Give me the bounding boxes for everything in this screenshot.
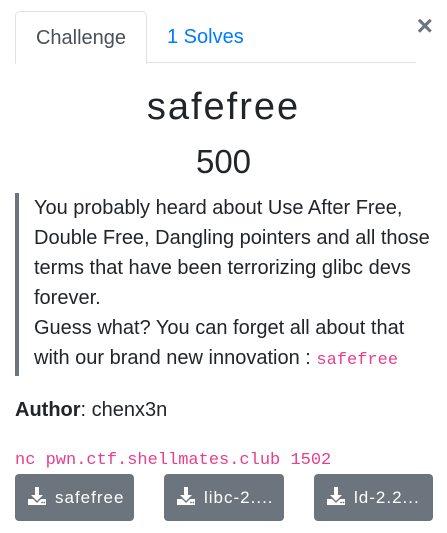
download-libc-button[interactable]: libc-2.... [164,474,284,521]
author-label: Author [15,399,81,421]
download-label: safefree [55,488,125,507]
download-icon [28,487,46,505]
challenge-description: You probably heard about Use After Free,… [15,193,440,376]
description-paragraph-1: You probably heard about Use After Free,… [34,197,430,309]
download-icon [177,487,195,505]
author-line: Author: chenx3n [15,395,167,425]
challenge-modal: Challenge 1 Solves × safefree 500 You pr… [0,0,447,533]
download-safefree-button[interactable]: safefree [15,474,134,521]
author-name: chenx3n [91,399,168,421]
tab-solves[interactable]: 1 Solves [167,11,244,63]
description-paragraph-2: Guess what? You can forget all about tha… [34,313,440,376]
challenge-name: safefree [146,86,301,128]
inline-code: safefree [316,351,399,370]
download-label: ld-2.2... [354,488,420,507]
download-label: libc-2.... [204,488,274,507]
challenge-value: 500 [195,143,252,180]
close-icon[interactable]: × [417,10,433,42]
download-ld-button[interactable]: ld-2.2... [314,474,433,521]
download-icon [327,487,345,505]
connection-info: nc pwn.ctf.shellmates.club 1502 [15,451,332,470]
author-separator: : [80,399,92,421]
challenge-tabs: Challenge 1 Solves [15,11,416,64]
tab-challenge[interactable]: Challenge [15,11,147,64]
